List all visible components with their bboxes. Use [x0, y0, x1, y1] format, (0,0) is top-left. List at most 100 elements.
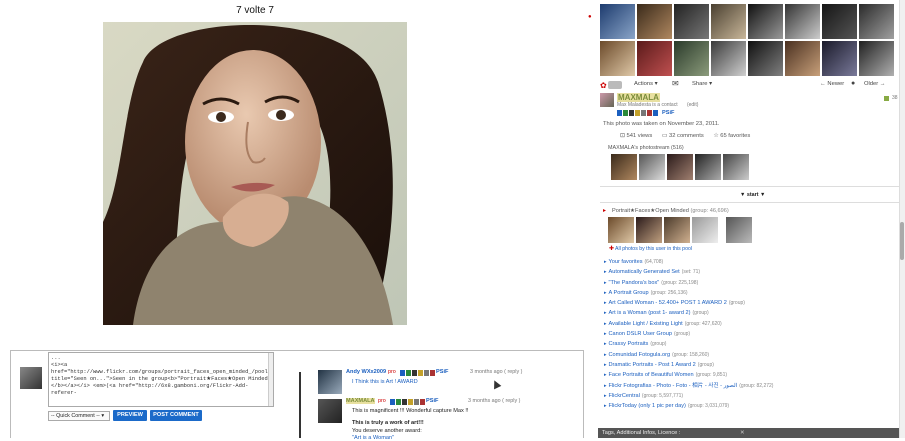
sidebar-scrollbar[interactable]: [899, 0, 905, 438]
pool-item[interactable]: ▸ Art is a Woman (post 1- award 2) (group): [604, 308, 894, 318]
comment-text: This is truly a work of art!!!: [352, 420, 424, 426]
photostream-label[interactable]: MAXMALA's photostream (516): [608, 145, 684, 151]
thumbnail[interactable]: [859, 41, 894, 76]
browse-icon[interactable]: ●: [851, 80, 855, 87]
psif-link[interactable]: PSiF: [426, 398, 438, 404]
pool-item[interactable]: ▸ Comunidad Fotogula.org (group: 158,260): [604, 350, 894, 360]
pool-name[interactable]: Available Light / Existing Light: [609, 321, 683, 327]
psif-link[interactable]: PSiF: [662, 110, 674, 116]
pool-name[interactable]: Your favorites: [609, 259, 643, 265]
comment-author[interactable]: MAXMALA: [346, 398, 375, 404]
pool-name[interactable]: Face Portraits of Beautiful Women: [609, 372, 694, 378]
thumbnail[interactable]: [748, 4, 783, 39]
thumbnail[interactable]: [748, 41, 783, 76]
commenter-avatar[interactable]: [318, 399, 342, 423]
pool-item[interactable]: ▸ Your favorites (64,708): [604, 257, 894, 267]
info-icon[interactable]: ●: [588, 14, 592, 20]
pool-item[interactable]: ▸ FlickrToday (only 1 pic per day) (group:…: [604, 401, 894, 411]
thumbnail[interactable]: [822, 41, 857, 76]
comment-text[interactable]: I Think this is Art ! AWARD: [352, 379, 418, 385]
favorites-count[interactable]: 65 favorites: [720, 133, 750, 139]
thumbnail[interactable]: [723, 154, 749, 180]
thumbnail[interactable]: [674, 41, 709, 76]
textarea-scrollbar[interactable]: [268, 353, 273, 406]
pool-item[interactable]: ▸ Crassy Portraits (group): [604, 339, 894, 349]
thumbnail[interactable]: [859, 4, 894, 39]
thumbnail[interactable]: [711, 4, 746, 39]
comment-meta[interactable]: 3 months ago ( reply ): [470, 369, 522, 375]
pool-item[interactable]: ▸ A Portrait Group (group: 256,136): [604, 288, 894, 298]
pool-name[interactable]: Art Called Woman - 52.400+ POST 1 AWARD …: [609, 300, 727, 306]
thumbnail[interactable]: [639, 154, 665, 180]
scrollbar-thumb[interactable]: [900, 222, 904, 260]
pool-name[interactable]: FlickrToday (only 1 pic per day): [609, 403, 686, 409]
add-icon[interactable]: [608, 81, 622, 89]
pool-item[interactable]: ▸ Dramatic Portraits - Post 1 Award 2 (gro…: [604, 360, 894, 370]
group-label[interactable]: Portrait★Faces★Open Minded (group: 46,69…: [612, 208, 729, 214]
pool-item[interactable]: ▸ Canon DSLR User Group (group): [604, 329, 894, 339]
newer-link[interactable]: ← Newer: [820, 81, 844, 87]
pool-item[interactable]: ▸ "The Pandora's box" (group: 225,198): [604, 278, 894, 288]
mail-icon[interactable]: ✉: [672, 79, 679, 88]
pool-name[interactable]: Canon DSLR User Group: [609, 331, 672, 337]
thumbnail[interactable]: [637, 41, 672, 76]
older-link[interactable]: Older →: [864, 81, 886, 87]
quick-comment-select[interactable]: -- Quick Comment -- ▾: [48, 411, 110, 421]
pool-name[interactable]: Crassy Portraits: [609, 341, 649, 347]
pool-count: (group): [728, 300, 745, 307]
pool-name[interactable]: Dramatic Portraits - Post 1 Award 2: [609, 362, 696, 368]
pool-name[interactable]: Flickr Fotografias - Photo - Foto - 相片 -…: [609, 383, 738, 389]
thumbnail[interactable]: [667, 154, 693, 180]
owner-name[interactable]: MAXMALA: [617, 93, 660, 102]
thumbnail[interactable]: [636, 217, 662, 243]
thumbnail[interactable]: [785, 4, 820, 39]
pool-item[interactable]: ▸ Flickr Fotografias - Photo - Foto - 相片 …: [604, 381, 894, 391]
thumbnail[interactable]: [637, 4, 672, 39]
pool-name[interactable]: Comunidad Fotogula.org: [609, 352, 671, 358]
comment-textarea[interactable]: ... <i><a href="http://www.flickr.com/gr…: [48, 352, 274, 407]
pool-count: (group): [692, 310, 709, 317]
comment-link[interactable]: "Art is a Woman": [352, 435, 394, 441]
post-comment-button[interactable]: POST COMMENT: [150, 410, 202, 421]
thumbnail[interactable]: [674, 4, 709, 39]
pool-arrow-icon: ▸: [604, 310, 607, 317]
pool-name[interactable]: A Portrait Group: [609, 290, 649, 296]
thumbnail[interactable]: [726, 217, 752, 243]
share-menu[interactable]: Share ▾: [692, 81, 712, 87]
main-photo[interactable]: [103, 22, 407, 325]
pool-name[interactable]: Automatically Generated Set: [609, 269, 680, 275]
tags-bar[interactable]: Tags, Additional Infos, Licence : ✕: [598, 428, 899, 438]
owner-avatar[interactable]: [600, 93, 614, 107]
thumbnail[interactable]: [600, 41, 635, 76]
pool-name[interactable]: "The Pandora's box": [609, 280, 660, 286]
comment-author[interactable]: Andy WXx2009: [346, 369, 386, 375]
pool-name[interactable]: Art is a Woman (post 1- award 2): [609, 310, 691, 316]
thumbnail[interactable]: [600, 4, 635, 39]
thumbnail[interactable]: [608, 217, 634, 243]
comment-meta[interactable]: 3 months ago ( reply ): [468, 398, 520, 404]
psif-link[interactable]: PSiF: [436, 369, 448, 375]
commenter-avatar[interactable]: [318, 370, 342, 394]
thumbnail[interactable]: [611, 154, 637, 180]
close-icon[interactable]: ✕: [740, 428, 745, 438]
pool-item[interactable]: ▸ Face Portraits of Beautiful Women (group…: [604, 370, 894, 380]
actions-menu[interactable]: Actions ▾: [634, 81, 658, 87]
pool-item[interactable]: ▸ Available Light / Existing Light (group:…: [604, 319, 894, 329]
preview-button[interactable]: PREVIEW: [113, 410, 147, 421]
thumbnail[interactable]: [822, 4, 857, 39]
all-photos-link[interactable]: All photos by this user in this pool: [615, 246, 692, 252]
pool-count: (group): [650, 341, 667, 348]
thumbnail[interactable]: [695, 154, 721, 180]
thumbnail[interactable]: [664, 217, 690, 243]
pool-item[interactable]: ▸ Automatically Generated Set (set: 71): [604, 267, 894, 277]
fave-icon[interactable]: ✿: [600, 81, 607, 90]
comments-count[interactable]: 32 comments: [669, 133, 704, 139]
pool-name[interactable]: FlickrCentral: [609, 393, 640, 399]
thumbnail[interactable]: [711, 41, 746, 76]
group-name[interactable]: Portrait★Faces★Open Minded: [612, 208, 689, 214]
pool-item[interactable]: ▸ Art Called Woman - 52.400+ POST 1 AWARD…: [604, 298, 894, 308]
pool-item[interactable]: ▸ FlickrCentral (group: 5,597,771): [604, 391, 894, 401]
thumbnail[interactable]: [692, 217, 718, 243]
owner-edit-link[interactable]: (edit): [687, 102, 698, 108]
thumbnail[interactable]: [785, 41, 820, 76]
